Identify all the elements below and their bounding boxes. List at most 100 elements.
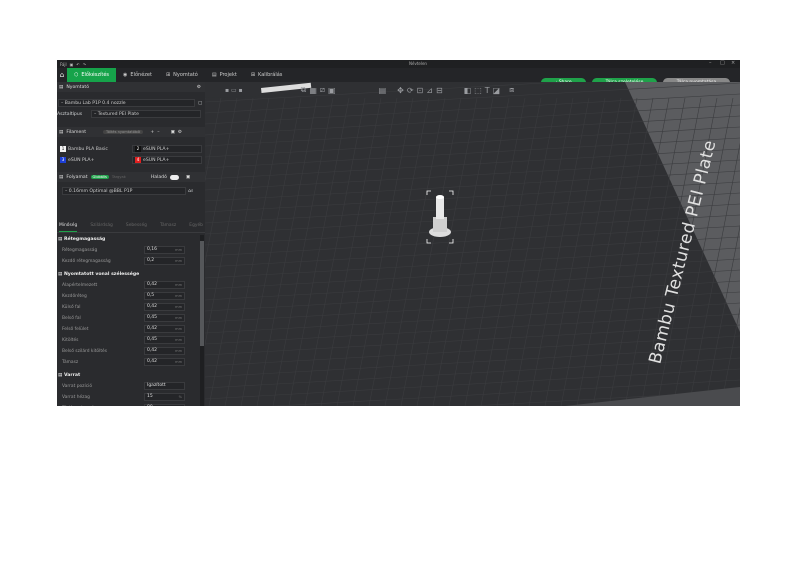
param-label: Belső fal xyxy=(62,316,81,321)
project-icon: ▤ xyxy=(211,72,217,78)
param-input[interactable]: 0,5 mm xyxy=(144,292,185,300)
move-icon[interactable]: ✥ xyxy=(397,86,404,95)
object-toggle[interactable]: Tárgyak xyxy=(112,175,126,179)
tab-strength[interactable]: Szilárdság xyxy=(90,223,113,232)
filament-slot-1[interactable]: 1 Bambu PLA Basic xyxy=(58,145,128,153)
param-input[interactable]: 0,42 mm xyxy=(144,347,185,355)
edit-icon[interactable]: ▢ xyxy=(198,101,202,106)
viewport-toolbar: ▪ ▭ ▪ ⧉ ▦ ⧄ ▣ ▤ ✥ ⟳ ⊡ ⊿ ⊟ ◧ ⬚ T ◪ ⧈ xyxy=(205,82,740,98)
title-bar: Fájl ▣ ↶ ↷ Névtelen – □ × xyxy=(57,60,740,68)
param-input[interactable]: 0,42 mm xyxy=(144,358,185,366)
undo-icon[interactable]: ↶ xyxy=(76,62,79,67)
tab-support[interactable]: Támasz xyxy=(160,223,176,232)
tab-calibration[interactable]: ⊞ Kalibrálás xyxy=(244,68,290,82)
layers-icon[interactable]: ▤ xyxy=(379,86,387,95)
global-toggle[interactable]: Globális xyxy=(90,175,109,179)
arrange-icon[interactable]: ▦ xyxy=(309,86,317,95)
param-label: Kezdő rétegmagasság xyxy=(62,259,111,264)
section-header[interactable]: ▤ Varrat xyxy=(58,373,80,378)
printer-icon: ⊞ xyxy=(165,72,171,78)
tab-prepare[interactable]: ⬡ Előkészítés xyxy=(67,68,117,82)
tab-others[interactable]: Egyéb xyxy=(189,223,203,232)
settings-icon[interactable]: ⚙ xyxy=(197,85,201,90)
printer-icon: ▤ xyxy=(59,84,64,90)
param-input[interactable]: 0,42 mm xyxy=(144,281,185,289)
scrollbar[interactable] xyxy=(200,235,204,406)
plates-icon[interactable]: ▣ xyxy=(328,86,336,95)
bambu-studio-window: Fájl ▣ ↶ ↷ Névtelen – □ × ⌂ ⬡ Előkészítés… xyxy=(57,60,740,406)
close-icon[interactable]: × xyxy=(731,60,735,66)
color-paint-icon[interactable]: ◪ xyxy=(493,86,501,95)
lay-on-face-icon[interactable]: ⊿ xyxy=(426,86,433,95)
minimize-icon[interactable]: – xyxy=(709,60,712,66)
tab-project[interactable]: ▤ Projekt xyxy=(205,68,244,82)
param-label: Külső fal xyxy=(62,305,81,310)
seam-paint-icon[interactable]: ⬚ xyxy=(474,86,482,95)
param-input[interactable]: 0,16 mm xyxy=(144,246,185,254)
top-nav: ⌂ ⬡ Előkészítés ◉ Előnézet ⊞ Nyomtató ▤ Proj… xyxy=(57,68,740,87)
tab-printer[interactable]: ⊞ Nyomtató xyxy=(159,68,205,82)
orient-icon[interactable]: ⧄ xyxy=(320,85,325,95)
home-icon[interactable]: ⌂ xyxy=(57,71,67,79)
printer-select[interactable]: – Bambu Lab P1P 0.4 nozzle xyxy=(58,99,195,107)
filament-slot-4[interactable]: 4 eSUN PLA+ xyxy=(132,156,202,164)
settings-icon[interactable]: ⚙ xyxy=(178,130,182,135)
section-header[interactable]: ▤ Rétegmagasság xyxy=(58,237,105,242)
param-input[interactable]: 0,42 mm xyxy=(144,325,185,333)
sync-filament-button[interactable]: Töltés nyomtatóból xyxy=(103,130,144,134)
process-tabs: Minőség Szilárdság Sebesség Támasz Egyéb xyxy=(57,223,205,233)
remove-icon[interactable]: – xyxy=(157,130,159,135)
window-title: Névtelen xyxy=(409,61,427,66)
tab-quality[interactable]: Minőség xyxy=(59,223,78,232)
param-label: Támasz xyxy=(62,360,79,365)
filament-slot-3[interactable]: 3 eSUN PLA+ xyxy=(58,156,128,164)
param-label: Felső felület xyxy=(62,327,89,332)
file-menu[interactable]: Fájl xyxy=(60,62,67,67)
assembly-icon[interactable]: ⧈ xyxy=(509,85,514,95)
param-label: Kitöltés xyxy=(62,338,79,343)
rotate-icon[interactable]: ⟳ xyxy=(407,86,414,95)
redo-icon[interactable]: ↷ xyxy=(83,62,86,67)
printer-header: ▤ Nyomtató ⚙ xyxy=(57,82,205,92)
preview-icon: ◉ xyxy=(123,72,128,78)
cut-icon[interactable]: ⊟ xyxy=(436,86,443,95)
param-input[interactable]: 0,45 mm xyxy=(144,336,185,344)
advanced-switch[interactable] xyxy=(169,174,179,180)
search-icon[interactable]: ⌕ xyxy=(191,188,194,194)
advanced-label: Haladó xyxy=(150,174,167,180)
param-input[interactable]: 80% xyxy=(144,404,185,406)
save-icon[interactable]: ▣ xyxy=(70,62,74,67)
add-icon[interactable]: + xyxy=(150,130,154,135)
bed-type-label: Asztaltípus xyxy=(57,111,83,117)
bed-type-select[interactable]: – Textured PEI Plate xyxy=(91,110,201,118)
scale-icon[interactable]: ⊡ xyxy=(417,86,424,95)
support-paint-icon[interactable]: ◧ xyxy=(464,86,472,95)
filament-icon: ▤ xyxy=(59,129,64,135)
section-header[interactable]: ▤ Nyomtatott vonal szélessége xyxy=(58,272,139,277)
param-label: Rétegmagasság xyxy=(62,248,98,253)
sidebar: ▤ Nyomtató ⚙ – Bambu Lab P1P 0.4 nozzle ▢ A… xyxy=(57,82,205,406)
maximize-icon[interactable]: □ xyxy=(720,60,725,66)
filament-slot-2[interactable]: 2 eSUN PLA+ xyxy=(132,145,202,153)
cube-icon: ⬡ xyxy=(74,72,79,78)
param-input[interactable]: 0,42 mm xyxy=(144,303,185,311)
param-label: Kezdőréteg xyxy=(62,294,87,299)
param-input[interactable]: 0,45 mm xyxy=(144,314,185,322)
tab-speed[interactable]: Sebesség xyxy=(126,223,147,232)
filament-header: ▤ Filament Töltés nyomtatóból + – ▣ ⚙ xyxy=(57,127,205,137)
param-input[interactable]: 15% xyxy=(144,393,185,401)
process-header: ▤ Folyamat Globális Tárgyak Haladó ▣ xyxy=(57,172,205,182)
param-label: Alapértelmezett xyxy=(62,283,98,288)
process-icon: ▤ xyxy=(59,174,64,180)
text-icon[interactable]: T xyxy=(485,86,490,95)
tab-preview[interactable]: ◉ Előnézet xyxy=(116,68,159,82)
process-preset-select[interactable]: – 0.16mm Optimal @BBL P1P xyxy=(62,187,186,195)
add-plate-icon[interactable]: ⧉ xyxy=(301,85,307,95)
param-input[interactable]: 0,2 mm xyxy=(144,257,185,265)
param-label: Belső szilárd kitöltés xyxy=(62,349,108,354)
param-input[interactable]: Igazított xyxy=(144,382,185,390)
camera-icon[interactable]: ▪ ▭ ▪ xyxy=(225,87,243,94)
3d-viewport[interactable]: ▪ ▭ ▪ ⧉ ▦ ⧄ ▣ ▤ ✥ ⟳ ⊡ ⊿ ⊟ ◧ ⬚ T ◪ ⧈ Bamb… xyxy=(205,82,740,406)
sync-icon[interactable]: ▣ xyxy=(171,130,175,135)
compare-icon[interactable]: ▣ xyxy=(186,175,190,180)
